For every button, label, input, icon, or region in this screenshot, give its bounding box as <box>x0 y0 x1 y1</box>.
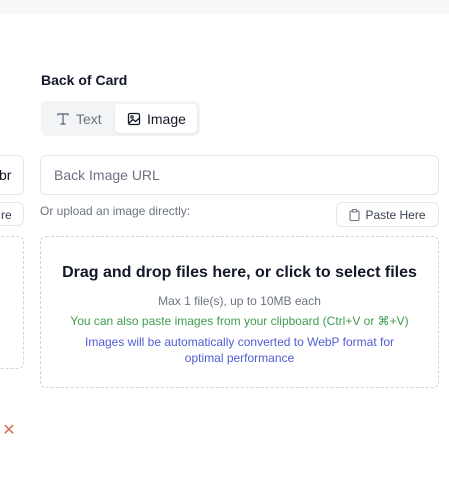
paste-here-label: Paste Here <box>365 207 426 222</box>
tab-text-label: Text <box>76 110 102 127</box>
page: br re ✕ Back of Card Text Image Or uploa… <box>0 0 449 484</box>
upload-label: Or upload an image directly: <box>40 204 191 218</box>
front-input-partial[interactable]: br <box>0 155 24 195</box>
image-icon <box>127 112 141 125</box>
content-type-tabs: Text Image <box>41 101 200 136</box>
dropzone-clipboard-hint: You can also paste images from your clip… <box>70 314 409 328</box>
front-dropzone-partial[interactable] <box>0 236 24 369</box>
front-paste-button-partial[interactable]: re <box>0 202 24 226</box>
dropzone-limit-text: Max 1 file(s), up to 10MB each <box>158 294 321 308</box>
text-type-icon <box>57 112 69 125</box>
tab-image[interactable]: Image <box>115 104 197 133</box>
clipboard-icon <box>349 208 361 221</box>
dropzone-webp-note: Images will be automatically converted t… <box>84 335 395 365</box>
dropzone-title: Drag and drop files here, or click to se… <box>62 264 417 281</box>
tab-image-label: Image <box>147 110 186 127</box>
tab-text[interactable]: Text <box>44 104 115 133</box>
top-band <box>0 0 449 14</box>
section-title: Back of Card <box>41 72 128 88</box>
back-image-url-input[interactable] <box>40 155 439 195</box>
paste-here-button[interactable]: Paste Here <box>336 202 439 227</box>
image-dropzone[interactable]: Drag and drop files here, or click to se… <box>40 236 439 388</box>
close-icon[interactable]: ✕ <box>2 422 16 440</box>
